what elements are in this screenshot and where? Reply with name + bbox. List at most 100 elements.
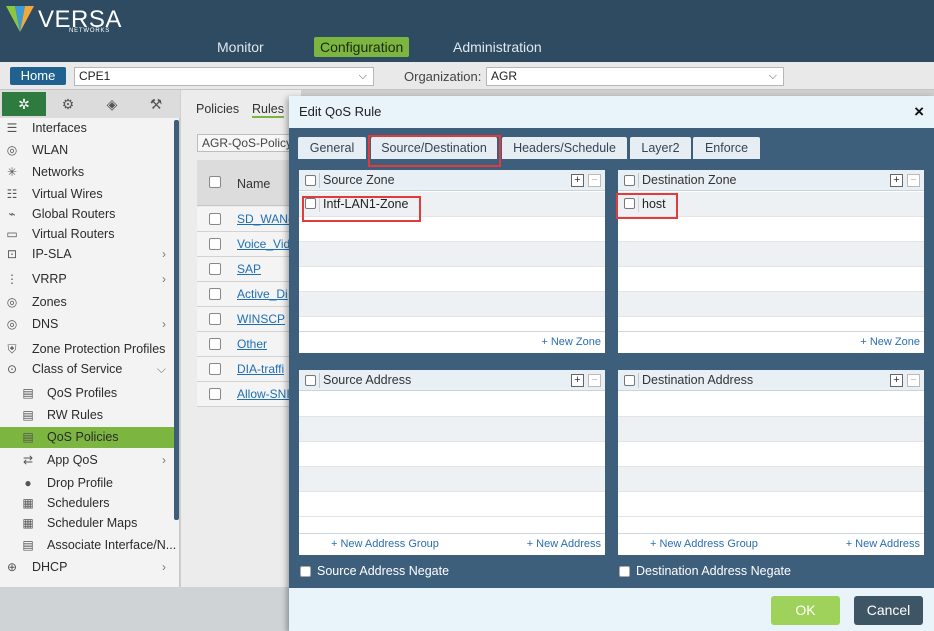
destination-address-negate[interactable]: Destination Address Negate bbox=[619, 564, 839, 580]
sidebar-item-global-routers[interactable]: ⌁ Global Routers bbox=[0, 204, 174, 225]
sidebar-item-drop-profile[interactable]: ● Drop Profile bbox=[0, 473, 174, 494]
rule-name-link[interactable]: SAP bbox=[237, 262, 261, 276]
source-address-panel: Source Address + − + New Address Group +… bbox=[299, 370, 605, 555]
rule-name-link[interactable]: Voice_Vid bbox=[237, 237, 290, 251]
chevron-right-icon[interactable]: › bbox=[162, 269, 166, 290]
nav-administration[interactable]: Administration bbox=[447, 37, 548, 57]
sidebar-item-icon: ▤ bbox=[22, 430, 34, 444]
select-all-checkbox[interactable] bbox=[305, 375, 316, 386]
table-row[interactable]: Allow-SNI bbox=[197, 382, 301, 407]
settings-tab-icon[interactable]: ⚒ bbox=[134, 92, 178, 116]
sidebar-item-zone-protection-profiles[interactable]: ⛨ Zone Protection Profiles bbox=[0, 339, 174, 360]
cube-icon[interactable]: ◈ bbox=[90, 92, 134, 116]
sidebar-item-schedulers[interactable]: ▦ Schedulers bbox=[0, 493, 174, 514]
sidebar-item-networks[interactable]: ✳ Networks bbox=[0, 162, 174, 183]
select-all-checkbox[interactable] bbox=[624, 375, 635, 386]
tab-headers-schedule[interactable]: Headers/Schedule bbox=[502, 137, 627, 159]
top-bar: VERSA NETWORKS Monitor Configuration Adm… bbox=[0, 0, 934, 62]
destination-negate-checkbox[interactable] bbox=[619, 566, 630, 577]
ok-button[interactable]: OK bbox=[771, 596, 840, 625]
row-checkbox[interactable] bbox=[209, 338, 221, 350]
sidebar-item-associate-interface-n[interactable]: ▤ Associate Interface/N... bbox=[0, 535, 176, 556]
sidebar-item-dhcp[interactable]: ⊕ DHCP › bbox=[0, 557, 174, 578]
remove-icon[interactable]: − bbox=[588, 174, 601, 187]
source-negate-checkbox[interactable] bbox=[300, 566, 311, 577]
sidebar-item-class-of-service[interactable]: ⊙ Class of Service ⌵ bbox=[0, 359, 174, 380]
chevron-right-icon[interactable]: › bbox=[162, 450, 166, 471]
remove-icon[interactable]: − bbox=[588, 374, 601, 387]
sidebar-item-virtual-routers[interactable]: ▭ Virtual Routers bbox=[0, 224, 174, 245]
sidebar-item-virtual-wires[interactable]: ☷ Virtual Wires bbox=[0, 184, 174, 205]
tab-policies[interactable]: Policies bbox=[196, 102, 239, 116]
rule-name-link[interactable]: Other bbox=[237, 337, 267, 351]
table-row[interactable]: Active_Di bbox=[197, 282, 301, 307]
sidebar-item-scheduler-maps[interactable]: ▦ Scheduler Maps bbox=[0, 513, 174, 534]
tab-general[interactable]: General bbox=[298, 137, 366, 159]
rule-name-link[interactable]: DIA-traffi bbox=[237, 362, 284, 376]
rule-name-link[interactable]: SD_WAN- bbox=[237, 212, 292, 226]
dialog-title: Edit QoS Rule bbox=[299, 104, 382, 119]
add-icon[interactable]: + bbox=[890, 374, 903, 387]
chevron-right-icon[interactable]: › bbox=[162, 244, 166, 265]
table-row[interactable]: Other bbox=[197, 332, 301, 357]
chevron-right-icon[interactable]: › bbox=[162, 314, 166, 335]
row-checkbox[interactable] bbox=[209, 263, 221, 275]
sidebar-scrollbar[interactable] bbox=[174, 120, 179, 520]
sidebar-item-rw-rules[interactable]: ▤ RW Rules bbox=[0, 405, 174, 426]
new-zone-link[interactable]: + New Zone bbox=[541, 336, 601, 348]
select-all-checkbox[interactable] bbox=[209, 176, 221, 188]
sidebar-item-dns[interactable]: ◎ DNS › bbox=[0, 314, 174, 335]
table-row[interactable]: Voice_Vid bbox=[197, 232, 301, 257]
new-address-group-link[interactable]: + New Address Group bbox=[331, 538, 439, 550]
chevron-down-icon: ⌵ bbox=[768, 70, 777, 82]
chevron-down-icon[interactable]: ⌵ bbox=[157, 359, 166, 380]
row-checkbox[interactable] bbox=[209, 213, 221, 225]
sidebar-item-interfaces[interactable]: ☰ Interfaces bbox=[0, 118, 174, 139]
new-address-link[interactable]: + New Address bbox=[846, 538, 920, 550]
tab-rules[interactable]: Rules bbox=[252, 102, 284, 118]
add-icon[interactable]: + bbox=[571, 174, 584, 187]
add-icon[interactable]: + bbox=[571, 374, 584, 387]
add-icon[interactable]: + bbox=[890, 174, 903, 187]
sidebar-item-qos-profiles[interactable]: ▤ QoS Profiles bbox=[0, 383, 174, 404]
new-address-link[interactable]: + New Address bbox=[527, 538, 601, 550]
table-row[interactable]: SAP bbox=[197, 257, 301, 282]
cancel-button[interactable]: Cancel bbox=[854, 596, 923, 625]
sidebar-item-qos-policies[interactable]: ▤ QoS Policies bbox=[0, 427, 174, 448]
network-tab-icon[interactable]: ✲ bbox=[2, 92, 46, 116]
appliance-select[interactable]: CPE1 ⌵ bbox=[74, 67, 374, 86]
rule-name-link[interactable]: Allow-SNI bbox=[237, 387, 290, 401]
source-address-negate[interactable]: Source Address Negate bbox=[300, 564, 500, 580]
row-checkbox[interactable] bbox=[209, 388, 221, 400]
policy-select[interactable]: AGR-QoS-Policy bbox=[197, 134, 301, 152]
new-zone-link[interactable]: + New Zone bbox=[860, 336, 920, 348]
rule-name-link[interactable]: Active_Di bbox=[237, 287, 288, 301]
organization-select[interactable]: AGR ⌵ bbox=[486, 67, 784, 86]
sidebar-item-wlan[interactable]: ◎ WLAN bbox=[0, 140, 174, 161]
gear-icon[interactable]: ⚙ bbox=[46, 92, 90, 116]
tab-layer2[interactable]: Layer2 bbox=[630, 137, 691, 159]
select-all-checkbox[interactable] bbox=[305, 175, 316, 186]
table-row[interactable]: DIA-traffi bbox=[197, 357, 301, 382]
row-checkbox[interactable] bbox=[209, 363, 221, 375]
table-row[interactable]: SD_WAN- bbox=[197, 207, 301, 232]
home-button[interactable]: Home bbox=[10, 67, 66, 85]
rule-name-link[interactable]: WINSCP bbox=[237, 312, 285, 326]
row-checkbox[interactable] bbox=[209, 288, 221, 300]
row-checkbox[interactable] bbox=[209, 313, 221, 325]
sidebar-item-vrrp[interactable]: ⋮ VRRP › bbox=[0, 269, 174, 290]
nav-monitor[interactable]: Monitor bbox=[211, 37, 270, 57]
chevron-right-icon[interactable]: › bbox=[162, 557, 166, 578]
sidebar-item-app-qos[interactable]: ⇄ App QoS › bbox=[0, 450, 174, 471]
row-checkbox[interactable] bbox=[209, 238, 221, 250]
sidebar-item-zones[interactable]: ◎ Zones bbox=[0, 292, 174, 313]
sidebar-item-ip-sla[interactable]: ⊡ IP-SLA › bbox=[0, 244, 174, 265]
remove-icon[interactable]: − bbox=[907, 174, 920, 187]
new-address-group-link[interactable]: + New Address Group bbox=[650, 538, 758, 550]
tab-enforce[interactable]: Enforce bbox=[693, 137, 760, 159]
remove-icon[interactable]: − bbox=[907, 374, 920, 387]
close-icon[interactable]: × bbox=[914, 102, 924, 122]
table-row[interactable]: WINSCP bbox=[197, 307, 301, 332]
select-all-checkbox[interactable] bbox=[624, 175, 635, 186]
nav-configuration[interactable]: Configuration bbox=[314, 37, 410, 57]
